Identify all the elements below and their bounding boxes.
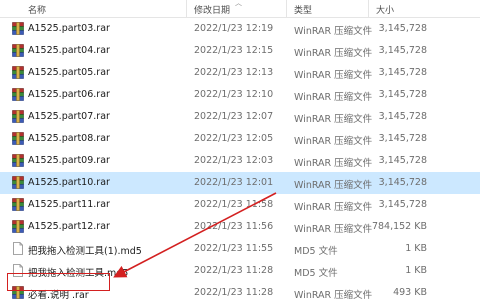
file-list: A1525.part03.rar 2022/1/23 12:19 WinRAR 压缩…: [0, 18, 480, 304]
file-size: 3,145,728: [378, 199, 427, 210]
file-date: 2022/1/23 11:58: [194, 199, 274, 210]
file-name: A1525.part11.rar: [28, 199, 110, 210]
column-header-type[interactable]: 类型: [294, 3, 312, 16]
file-date: 2022/1/23 11:28: [194, 287, 274, 298]
file-name: A1525.part05.rar: [28, 67, 110, 78]
file-size: 493 KB: [393, 287, 427, 298]
file-row[interactable]: A1525.part09.rar 2022/1/23 12:03 WinRAR 压缩…: [0, 150, 480, 172]
file-type: WinRAR 压缩文件: [294, 180, 373, 191]
winrar-archive-icon: [12, 66, 24, 79]
file-type: WinRAR 压缩文件: [294, 92, 373, 103]
file-type: WinRAR 压缩文件: [294, 70, 373, 81]
file-date: 2022/1/23 12:15: [194, 45, 274, 56]
file-date: 2022/1/23 12:19: [194, 23, 274, 34]
file-size: 3,145,728: [378, 111, 427, 122]
file-date: 2022/1/23 11:55: [194, 243, 274, 254]
sort-ascending-icon: ︿: [235, 0, 242, 7]
file-size: 3,145,728: [378, 89, 427, 100]
file-name: A1525.part12.rar: [28, 221, 110, 232]
column-header-size[interactable]: 大小: [376, 3, 394, 16]
file-row[interactable]: A1525.part10.rar 2022/1/23 12:01 WinRAR 压缩…: [0, 172, 480, 194]
file-size: 3,145,728: [378, 177, 427, 188]
winrar-archive-icon: [12, 22, 24, 35]
file-size: 1 KB: [405, 265, 427, 276]
file-type: WinRAR 压缩文件: [294, 136, 373, 147]
annotation-highlight-box: [7, 273, 110, 291]
file-name: A1525.part10.rar: [28, 177, 110, 188]
column-divider[interactable]: [368, 0, 369, 17]
file-size: 3,145,728: [378, 23, 427, 34]
file-row[interactable]: A1525.part04.rar 2022/1/23 12:15 WinRAR 压缩…: [0, 40, 480, 62]
file-name: A1525.part07.rar: [28, 111, 110, 122]
winrar-archive-icon: [12, 132, 24, 145]
document-icon: [12, 242, 24, 255]
winrar-archive-icon: [12, 88, 24, 101]
file-name: A1525.part06.rar: [28, 89, 110, 100]
column-header-bar: ︿ 名称 修改日期 类型 大小: [0, 0, 480, 18]
file-row[interactable]: A1525.part06.rar 2022/1/23 12:10 WinRAR 压缩…: [0, 84, 480, 106]
file-size: 3,145,728: [378, 133, 427, 144]
winrar-archive-icon: [12, 154, 24, 167]
file-size: 3,145,728: [378, 155, 427, 166]
file-size: 3,145,728: [378, 45, 427, 56]
file-row[interactable]: A1525.part11.rar 2022/1/23 11:58 WinRAR 压缩…: [0, 194, 480, 216]
file-type: WinRAR 压缩文件: [294, 114, 373, 125]
file-type: WinRAR 压缩文件: [294, 48, 373, 59]
file-name: 把我拖入检测工具(1).md5: [28, 246, 142, 257]
file-size: 784,152 KB: [371, 221, 427, 232]
column-header-date[interactable]: 修改日期: [194, 3, 230, 16]
file-date: 2022/1/23 12:01: [194, 177, 274, 188]
file-row[interactable]: A1525.part08.rar 2022/1/23 12:05 WinRAR 压缩…: [0, 128, 480, 150]
file-date: 2022/1/23 11:56: [194, 221, 274, 232]
winrar-archive-icon: [12, 110, 24, 123]
column-divider[interactable]: [186, 0, 187, 17]
file-name: A1525.part03.rar: [28, 23, 110, 34]
winrar-archive-icon: [12, 176, 24, 189]
file-type: MD5 文件: [294, 246, 338, 257]
file-row[interactable]: A1525.part03.rar 2022/1/23 12:19 WinRAR 压缩…: [0, 18, 480, 40]
file-name: A1525.part08.rar: [28, 133, 110, 144]
winrar-archive-icon: [12, 44, 24, 57]
file-date: 2022/1/23 12:03: [194, 155, 274, 166]
file-type: WinRAR 压缩文件: [294, 202, 373, 213]
file-name: A1525.part09.rar: [28, 155, 110, 166]
file-type: WinRAR 压缩文件: [294, 158, 373, 169]
file-date: 2022/1/23 12:10: [194, 89, 274, 100]
file-date: 2022/1/23 12:05: [194, 133, 274, 144]
file-type: WinRAR 压缩文件: [294, 26, 373, 37]
winrar-archive-icon: [12, 220, 24, 233]
winrar-archive-icon: [12, 198, 24, 211]
file-size: 3,145,728: [378, 67, 427, 78]
file-row[interactable]: A1525.part05.rar 2022/1/23 12:13 WinRAR 压缩…: [0, 62, 480, 84]
column-divider[interactable]: [286, 0, 287, 17]
file-type: WinRAR 压缩文件: [294, 224, 373, 235]
file-date: 2022/1/23 12:07: [194, 111, 274, 122]
file-date: 2022/1/23 12:13: [194, 67, 274, 78]
file-row[interactable]: 把我拖入检测工具(1).md5 2022/1/23 11:55 MD5 文件 1 KB: [0, 238, 480, 260]
file-size: 1 KB: [405, 243, 427, 254]
file-type: WinRAR 压缩文件: [294, 290, 373, 301]
file-type: MD5 文件: [294, 268, 338, 279]
column-header-name[interactable]: 名称: [28, 3, 46, 16]
file-row[interactable]: A1525.part12.rar 2022/1/23 11:56 WinRAR 压缩…: [0, 216, 480, 238]
file-date: 2022/1/23 11:28: [194, 265, 274, 276]
file-name: A1525.part04.rar: [28, 45, 110, 56]
file-row[interactable]: A1525.part07.rar 2022/1/23 12:07 WinRAR 压缩…: [0, 106, 480, 128]
